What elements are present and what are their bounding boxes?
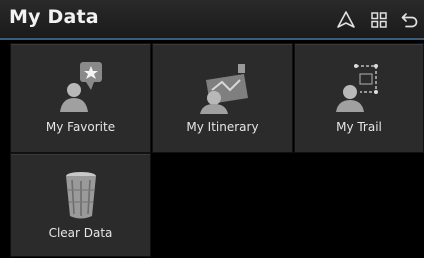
my-data-screen: My Data My Favorite My Itinerary My Trai… bbox=[0, 0, 424, 258]
tile-my-favorite[interactable]: My Favorite bbox=[10, 43, 151, 153]
tile-my-trail[interactable]: My Trail bbox=[294, 43, 424, 153]
tile-clear-data[interactable]: Clear Data bbox=[10, 153, 151, 257]
favorite-person-icon bbox=[52, 58, 110, 116]
navigation-icon[interactable] bbox=[336, 10, 356, 30]
back-icon[interactable] bbox=[400, 10, 420, 30]
header-bar: My Data bbox=[0, 0, 424, 40]
trash-can-icon bbox=[52, 166, 110, 224]
tile-my-itinerary[interactable]: My Itinerary bbox=[152, 43, 293, 153]
tile-label: My Trail bbox=[336, 120, 382, 134]
grid-menu-icon[interactable] bbox=[369, 10, 389, 30]
tile-label: My Itinerary bbox=[186, 120, 259, 134]
page-title: My Data bbox=[9, 6, 99, 28]
tile-label: Clear Data bbox=[48, 226, 113, 240]
itinerary-map-icon bbox=[194, 58, 252, 116]
trail-icon bbox=[330, 58, 388, 116]
tile-label: My Favorite bbox=[45, 120, 116, 134]
